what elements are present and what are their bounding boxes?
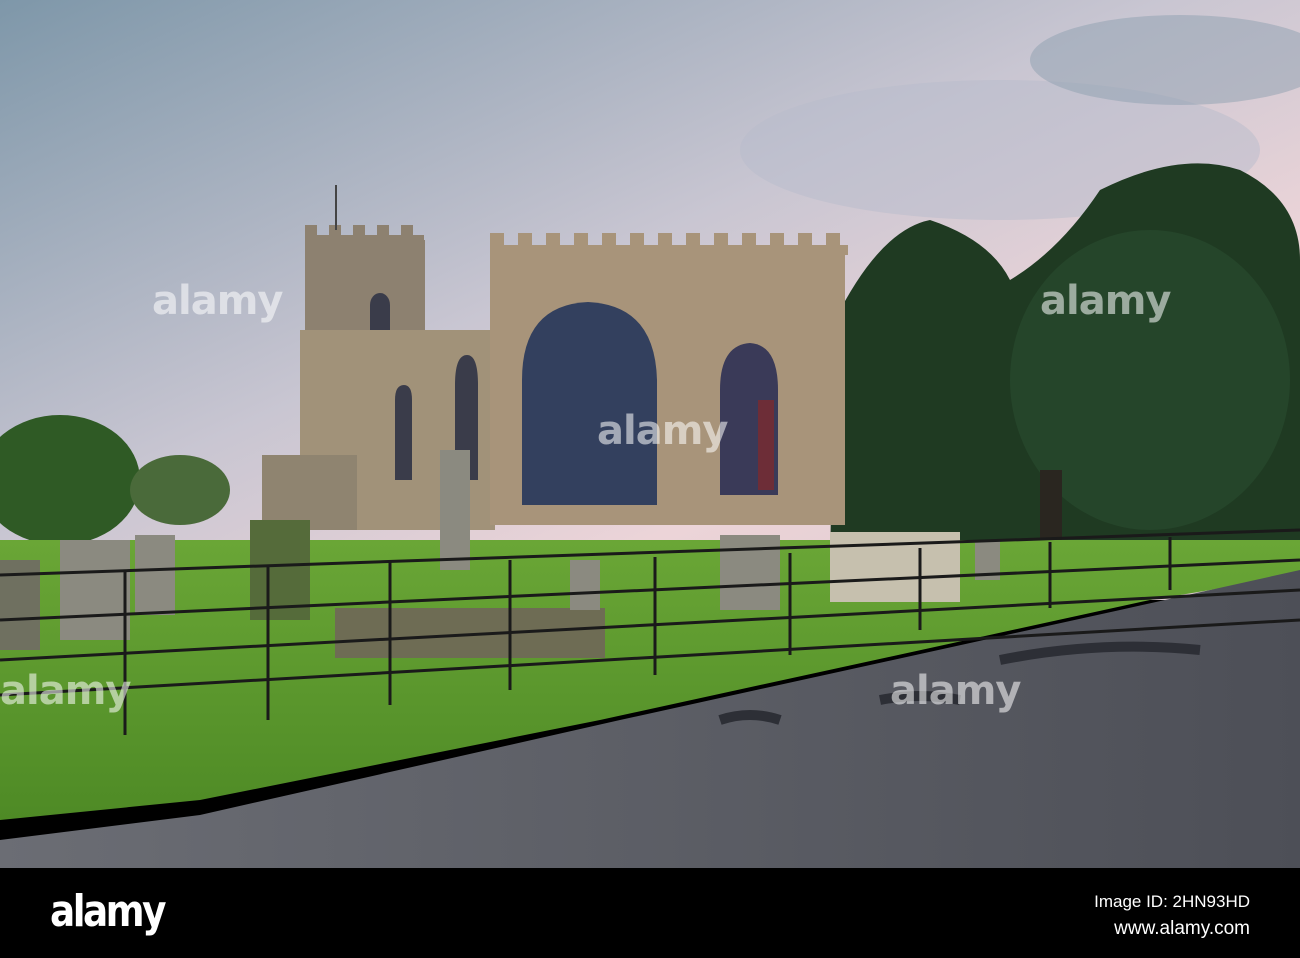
aisle-window (395, 385, 412, 480)
website-link[interactable]: www.alamy.com (1114, 918, 1250, 940)
watermark: alamy (152, 278, 283, 324)
watermark: alamy (890, 668, 1021, 714)
tree-left (130, 455, 230, 525)
watermark: alamy (1040, 278, 1171, 324)
great-east-window (522, 302, 657, 505)
watermark: alamy (597, 408, 728, 454)
stock-photo-frame: alamy alamy alamy alamy alamy alamy Imag… (0, 0, 1300, 958)
porch (262, 455, 357, 530)
alamy-logo: alamy (50, 886, 166, 937)
image-id: Image ID: 2HN93HD (1094, 892, 1250, 911)
watermark: alamy (0, 668, 131, 714)
footer-bar: alamy Image ID: 2HN93HD www.alamy.com (0, 868, 1300, 958)
tower-window (370, 293, 390, 335)
